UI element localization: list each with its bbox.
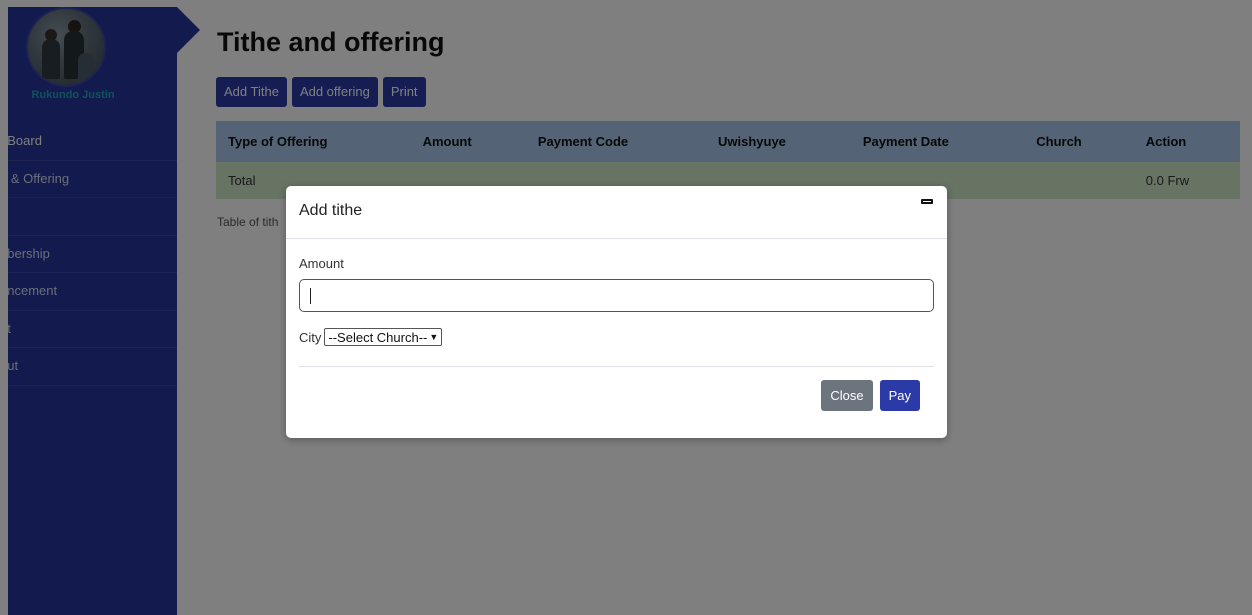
pay-button[interactable]: Pay (879, 380, 920, 411)
church-select[interactable]: --Select Church-- ▼ (324, 328, 443, 346)
text-caret (310, 288, 311, 304)
modal-body: Amount City --Select Church-- ▼ (286, 239, 947, 367)
city-label: City (299, 329, 322, 345)
modal-footer: Close Pay (821, 380, 920, 411)
chevron-down-icon: ▼ (429, 332, 439, 342)
minimize-icon[interactable] (921, 199, 933, 204)
modal-header: Add tithe (286, 186, 947, 239)
add-tithe-modal: Add tithe Amount City --Select Church-- … (286, 186, 947, 438)
amount-input[interactable] (299, 279, 934, 312)
close-button[interactable]: Close (821, 380, 873, 411)
amount-label: Amount (299, 256, 344, 271)
modal-title: Add tithe (299, 202, 363, 219)
city-row: City --Select Church-- ▼ (299, 328, 443, 346)
modal-divider (299, 366, 934, 367)
church-select-value: --Select Church-- (328, 329, 428, 345)
